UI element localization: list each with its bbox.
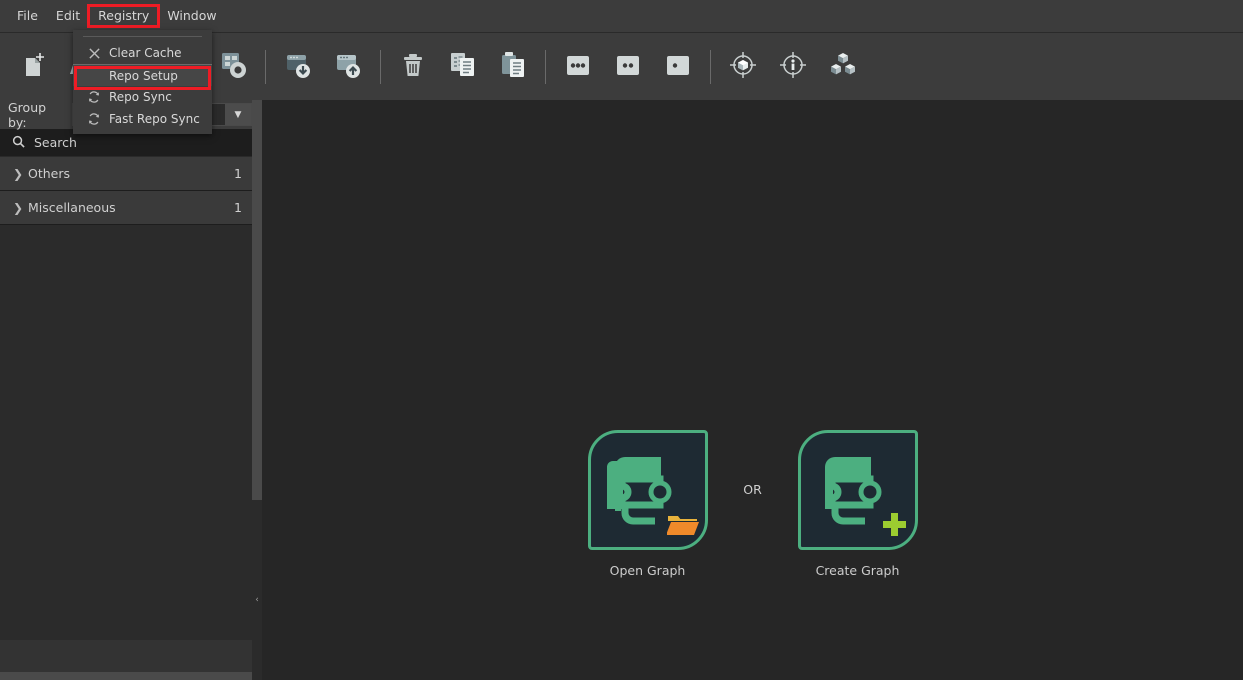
menu-item-edit[interactable]: Edit bbox=[47, 6, 89, 27]
tree-row-label: Others bbox=[28, 166, 71, 181]
graph-canvas[interactable]: Open Graph OR Create Graph bbox=[262, 100, 1243, 680]
tree-row-miscellaneous[interactable]: ❯ Miscellaneous 1 bbox=[0, 191, 252, 225]
menu-item-label: Repo Setup bbox=[109, 68, 178, 83]
menu-item-label: Clear Cache bbox=[109, 46, 182, 60]
menu-separator-top bbox=[83, 36, 202, 37]
copy-pages-icon bbox=[447, 49, 479, 85]
application-window: File Edit Registry Window Group by: ▼ Se… bbox=[0, 0, 1243, 680]
toolbar-separator bbox=[265, 49, 266, 84]
open-graph-label: Open Graph bbox=[609, 563, 686, 578]
window-upload-icon bbox=[332, 49, 364, 85]
toolbar-separator bbox=[380, 49, 381, 84]
clipboard-paste-icon bbox=[497, 49, 529, 85]
panel-bottom-strip bbox=[0, 672, 252, 680]
create-graph-card[interactable] bbox=[797, 430, 918, 550]
create-graph-action[interactable]: Create Graph bbox=[778, 430, 938, 578]
paste-button[interactable] bbox=[488, 41, 538, 93]
chevron-down-icon[interactable]: ▼ bbox=[225, 104, 251, 125]
tree-row-others[interactable]: ❯ Others 1 bbox=[0, 157, 252, 191]
menu-item-clear-cache[interactable]: Clear Cache bbox=[73, 42, 212, 64]
startup-actions: Open Graph OR Create Graph bbox=[262, 430, 1243, 578]
refresh-icon bbox=[79, 90, 109, 104]
toolbar-separator bbox=[545, 49, 546, 84]
cubes-icon bbox=[827, 49, 859, 85]
copy-button[interactable] bbox=[438, 41, 488, 93]
import-button[interactable] bbox=[273, 41, 323, 93]
create-graph-label: Create Graph bbox=[815, 563, 900, 578]
tree-row-count: 1 bbox=[234, 166, 242, 181]
refresh-icon bbox=[79, 112, 109, 126]
more-three-dots-button[interactable] bbox=[553, 41, 603, 93]
search-placeholder: Search bbox=[34, 135, 77, 150]
tree-empty-area bbox=[0, 225, 252, 640]
registry-dropdown-menu: Clear Cache Repo Setup Repo Sync Fast Re… bbox=[73, 30, 212, 134]
plus-badge bbox=[879, 510, 909, 542]
chevron-right-icon[interactable]: ❯ bbox=[8, 201, 28, 215]
panel-gear-icon bbox=[217, 49, 249, 85]
two-dots-square-icon bbox=[613, 50, 643, 84]
close-x-icon bbox=[79, 47, 109, 60]
one-dot-square-icon bbox=[663, 50, 693, 84]
settings-button[interactable] bbox=[208, 41, 258, 93]
crosshair-cube-icon bbox=[727, 49, 759, 85]
menu-item-fast-repo-sync[interactable]: Fast Repo Sync bbox=[73, 108, 212, 130]
or-separator: OR bbox=[743, 482, 762, 497]
focus-info-button[interactable] bbox=[768, 41, 818, 93]
menu-item-label: Repo Sync bbox=[109, 90, 172, 104]
open-graph-action[interactable]: Open Graph bbox=[568, 430, 728, 578]
tree-row-label: Miscellaneous bbox=[28, 200, 116, 215]
window-download-icon bbox=[282, 49, 314, 85]
two-dots-button[interactable] bbox=[603, 41, 653, 93]
delete-button[interactable] bbox=[388, 41, 438, 93]
export-button[interactable] bbox=[323, 41, 373, 93]
trash-icon bbox=[398, 50, 428, 84]
menu-item-registry[interactable]: Registry bbox=[87, 3, 161, 29]
open-graph-card[interactable] bbox=[587, 430, 708, 550]
menu-item-repo-setup[interactable]: Repo Setup bbox=[73, 64, 212, 86]
left-panel: Group by: ▼ Search ❯ Others 1 ❯ Miscella… bbox=[0, 100, 252, 680]
menu-item-file[interactable]: File bbox=[8, 6, 47, 27]
one-dot-button[interactable] bbox=[653, 41, 703, 93]
folder-open-badge bbox=[665, 512, 699, 542]
three-dots-square-icon bbox=[563, 50, 593, 84]
focus-object-button[interactable] bbox=[718, 41, 768, 93]
assets-button[interactable] bbox=[818, 41, 868, 93]
panel-splitter[interactable]: ‹ bbox=[252, 100, 262, 680]
search-icon bbox=[12, 133, 25, 152]
new-document-button[interactable] bbox=[8, 41, 58, 93]
menu-item-window[interactable]: Window bbox=[158, 6, 225, 27]
panel-collapse-handle[interactable]: ‹ bbox=[252, 500, 262, 680]
toolbar-separator bbox=[710, 49, 711, 84]
document-plus-icon bbox=[18, 50, 48, 84]
group-by-label: Group by: bbox=[8, 99, 47, 130]
menu-bar: File Edit Registry Window bbox=[0, 0, 1243, 33]
menu-item-repo-sync[interactable]: Repo Sync bbox=[73, 86, 212, 108]
chevron-right-icon[interactable]: ❯ bbox=[8, 167, 28, 181]
menu-item-label: Fast Repo Sync bbox=[109, 112, 200, 126]
crosshair-info-icon bbox=[777, 49, 809, 85]
tree-row-count: 1 bbox=[234, 200, 242, 215]
